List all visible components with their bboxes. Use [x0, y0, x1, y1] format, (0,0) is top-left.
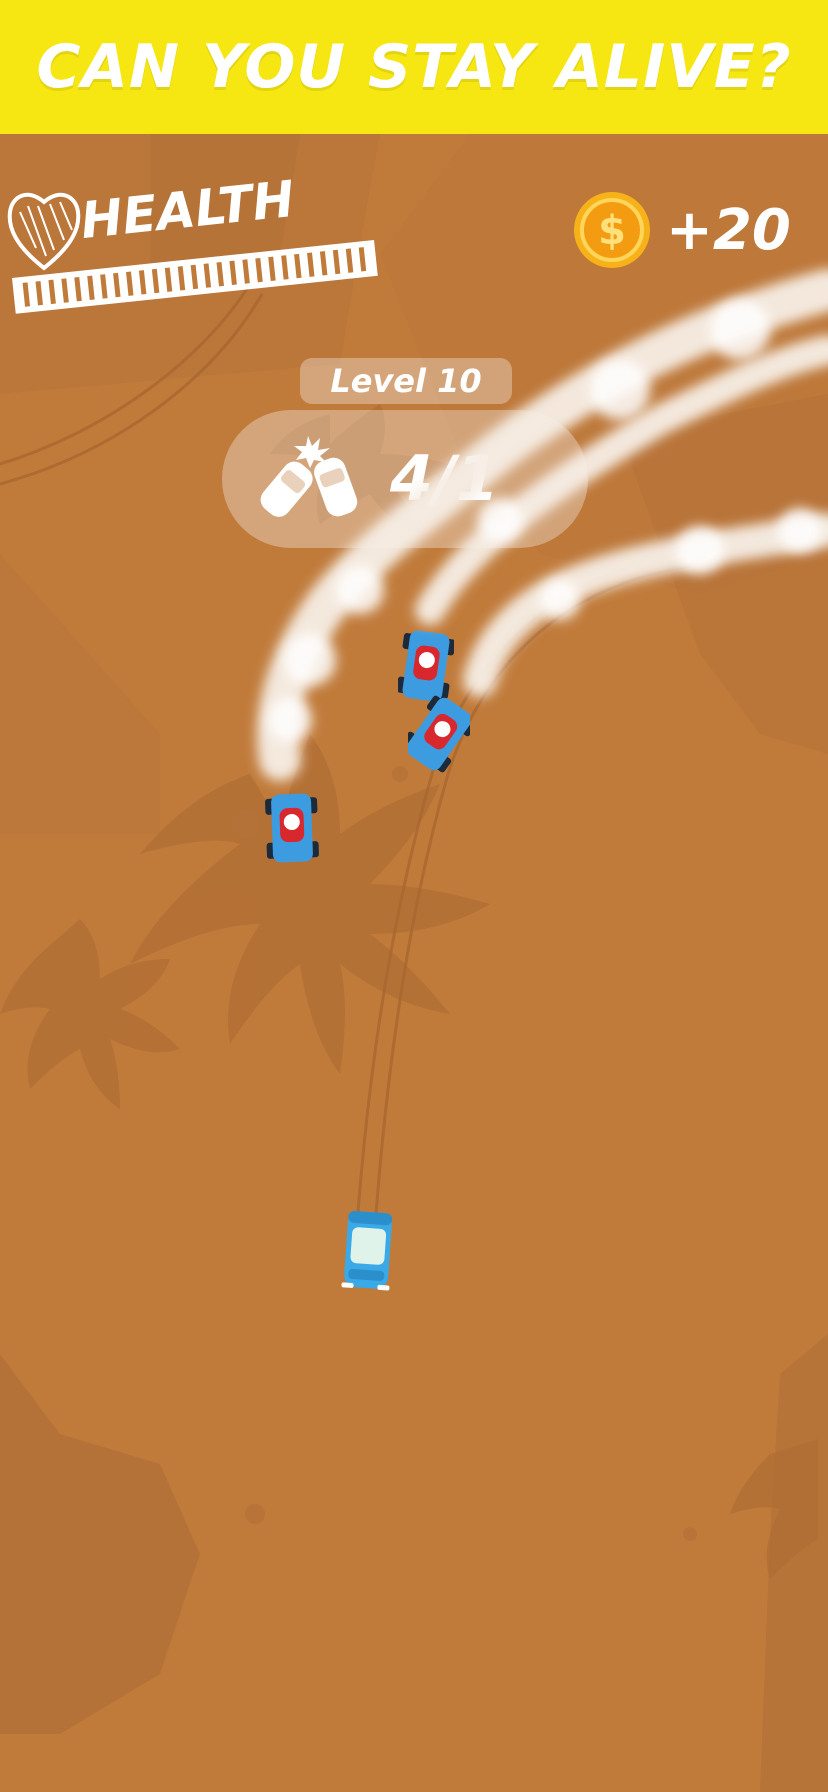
banner-title: CAN YOU STAY ALIVE? [36, 32, 792, 102]
enemy-kart [408, 695, 470, 773]
top-banner: CAN YOU STAY ALIVE? [0, 0, 828, 134]
crash-progress-count: 4/1 [390, 442, 499, 515]
coin-amount: +20 [666, 197, 791, 263]
car-crash-icon [260, 436, 358, 517]
svg-text:$: $ [598, 208, 626, 254]
player-car[interactable] [340, 1208, 396, 1292]
enemy-kart [265, 793, 319, 863]
heart-icon [7, 192, 81, 271]
crash-progress: 4/1 [222, 410, 588, 548]
level-label: Level 10 [330, 362, 482, 400]
enemy-kart [398, 630, 454, 702]
level-badge: Level 10 [300, 358, 512, 404]
dollar-coin-icon: $ [574, 192, 650, 268]
coin-counter: $ +20 [572, 190, 791, 270]
